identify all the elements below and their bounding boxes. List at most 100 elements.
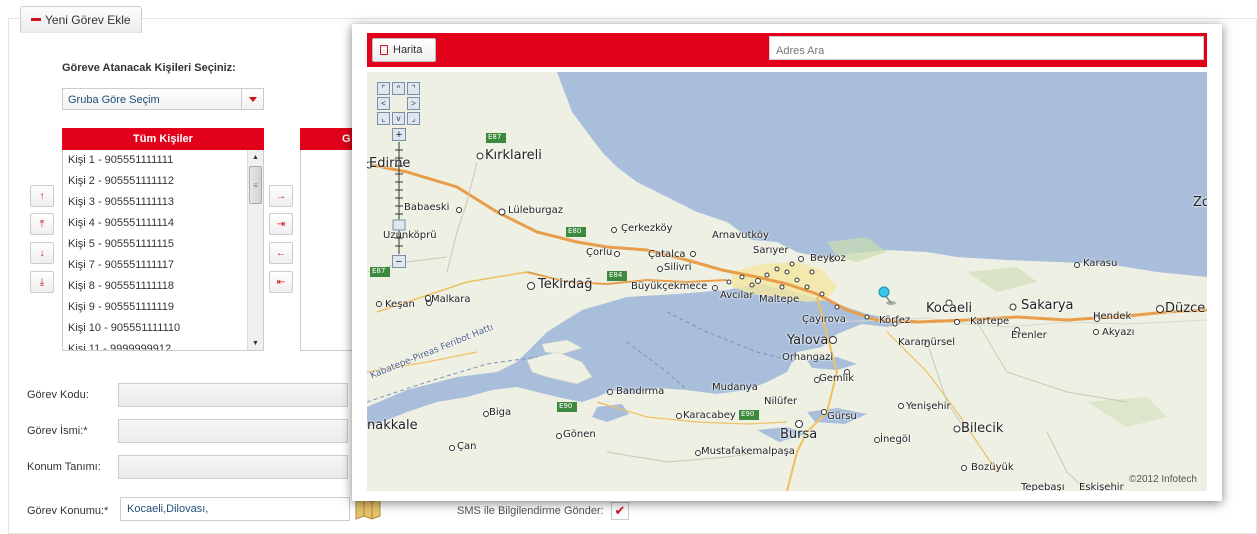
list-scrollbar[interactable]: ▲ ≡ ▼ bbox=[247, 150, 263, 350]
pan-ne-button[interactable]: ⌝ bbox=[407, 82, 420, 95]
add-selected-button[interactable]: → bbox=[269, 185, 293, 207]
zoom-slider-track[interactable] bbox=[392, 128, 406, 268]
list-item[interactable]: Kişi 8 - 905551111118 bbox=[63, 276, 263, 297]
road-label: E87 bbox=[488, 133, 502, 141]
place-label: Keşan bbox=[385, 299, 415, 310]
list-item[interactable]: Kişi 2 - 905551111112 bbox=[63, 171, 263, 192]
remove-all-button[interactable]: ⇤ bbox=[269, 271, 293, 293]
scroll-up-icon[interactable]: ▲ bbox=[248, 150, 263, 164]
list-item[interactable]: Kişi 7 - 905551111117 bbox=[63, 255, 263, 276]
pan-nw-button[interactable]: ⌜ bbox=[377, 82, 390, 95]
place-label: Kocaeli bbox=[926, 301, 973, 316]
place-label: Bandırma bbox=[616, 386, 665, 397]
zoom-control[interactable]: + − bbox=[392, 128, 406, 268]
move-up-button[interactable]: ↑ bbox=[30, 185, 54, 207]
zoom-out-button[interactable]: − bbox=[392, 255, 406, 268]
road-label: E87 bbox=[372, 267, 386, 275]
map-copyright: ©2012 Infotech bbox=[1129, 474, 1197, 485]
task-code-input[interactable] bbox=[118, 383, 348, 407]
pan-sw-button[interactable]: ⌞ bbox=[377, 112, 390, 125]
road-label: E80 bbox=[568, 227, 582, 235]
new-task-tab[interactable]: Yeni Görev Ekle bbox=[20, 6, 142, 33]
map-button[interactable]: Harita bbox=[372, 38, 436, 62]
add-all-button[interactable]: ⇥ bbox=[269, 213, 293, 235]
document-icon bbox=[380, 45, 388, 55]
all-people-header: Tüm Kişiler bbox=[62, 128, 264, 150]
place-label: Avcılar bbox=[720, 290, 754, 301]
collapse-icon bbox=[31, 18, 41, 21]
place-label: Çayırova bbox=[802, 314, 846, 325]
scroll-thumb[interactable]: ≡ bbox=[249, 166, 262, 204]
pan-right-button[interactable]: > bbox=[407, 97, 420, 110]
list-item[interactable]: Kişi 9 - 905551111119 bbox=[63, 297, 263, 318]
place-label: Orhangazi bbox=[782, 352, 834, 363]
sms-notify-label: SMS ile Bilgilendirme Gönder: bbox=[457, 505, 604, 517]
move-bottom-button[interactable]: ⤓ bbox=[30, 271, 54, 293]
all-people-list[interactable]: Kişi 1 - 905551111111 Kişi 2 - 905551111… bbox=[62, 150, 264, 351]
task-name-label: Görev İsmi:* bbox=[27, 425, 88, 437]
list-item[interactable]: Kişi 3 - 905551111113 bbox=[63, 192, 263, 213]
road-label: E90 bbox=[741, 410, 755, 418]
group-select[interactable]: Gruba Göre Seçim bbox=[62, 88, 264, 110]
place-label: Çerkezköy bbox=[621, 223, 673, 234]
move-top-button[interactable]: ⤒ bbox=[30, 213, 54, 235]
place-label: Maltepe bbox=[759, 294, 800, 305]
list-item[interactable]: Kişi 1 - 905551111111 bbox=[63, 150, 263, 171]
place-label: Arnavutköy bbox=[712, 230, 769, 241]
place-label: Silivri bbox=[664, 262, 692, 273]
place-label: Gemlik bbox=[819, 373, 854, 384]
place-label: Lüleburgaz bbox=[508, 205, 564, 216]
scroll-down-icon[interactable]: ▼ bbox=[248, 336, 263, 350]
place-label: Sarıyer bbox=[753, 245, 789, 256]
list-item[interactable]: Kişi 11 - 9999999912 bbox=[63, 339, 263, 350]
task-code-label: Görev Kodu: bbox=[27, 389, 89, 401]
task-name-input[interactable] bbox=[118, 419, 348, 443]
place-label: Gönen bbox=[563, 429, 596, 440]
place-label: Sakarya bbox=[1021, 298, 1074, 313]
place-label: Tekirdağ bbox=[538, 277, 593, 292]
place-label: Zo bbox=[1193, 195, 1207, 210]
pan-left-button[interactable]: < bbox=[377, 97, 390, 110]
place-label: Çorlu bbox=[586, 247, 613, 258]
address-search-input[interactable] bbox=[769, 36, 1204, 60]
move-down-button[interactable]: ↓ bbox=[30, 242, 54, 264]
place-label: Körfez bbox=[879, 315, 911, 326]
selected-people-header: G bbox=[300, 128, 352, 150]
list-item[interactable]: Kişi 5 - 905551111115 bbox=[63, 234, 263, 255]
place-label: Karasu bbox=[1083, 258, 1118, 269]
pan-down-button[interactable]: v bbox=[392, 112, 405, 125]
list-item[interactable]: Kişi 10 - 905551111110 bbox=[63, 318, 263, 339]
zoom-in-button[interactable]: + bbox=[392, 128, 406, 141]
place-label: Çatalca bbox=[648, 249, 686, 260]
pan-up-button[interactable]: ^ bbox=[392, 82, 405, 95]
place-label: Karamürsel bbox=[898, 337, 956, 348]
place-label: Kırklareli bbox=[485, 148, 542, 163]
place-label: Erenler bbox=[1011, 330, 1047, 341]
map-button-label: Harita bbox=[393, 44, 423, 56]
map-pan-control[interactable]: ⌜ ^ ⌝ < > ⌞ v ⌟ bbox=[377, 82, 421, 126]
location-def-input[interactable] bbox=[118, 455, 348, 479]
place-label: Malkara bbox=[431, 294, 471, 305]
map-canvas[interactable]: E87 E80 E84 E87 E90 E90 Edirne Kırklarel… bbox=[367, 72, 1207, 491]
location-def-label: Konum Tanımı: bbox=[27, 461, 101, 473]
place-label: Bilecik bbox=[961, 421, 1004, 436]
place-label: Çan bbox=[457, 441, 477, 452]
place-label: Yalova bbox=[787, 333, 829, 348]
place-label: Mustafakemalpaşa bbox=[701, 446, 795, 457]
pan-se-button[interactable]: ⌟ bbox=[407, 112, 420, 125]
place-label: Beykoz bbox=[810, 253, 846, 264]
map-popup: Harita Adres Ara E87 E80 E84 E87 E90 E90… bbox=[352, 24, 1222, 501]
sms-notify-checkbox[interactable]: ✔ bbox=[611, 502, 629, 520]
remove-selected-button[interactable]: ← bbox=[269, 242, 293, 264]
place-label: Mudanya bbox=[712, 382, 758, 393]
place-label: Büyükçekmece bbox=[631, 281, 708, 292]
task-location-input[interactable]: Kocaeli,Dilovası, bbox=[120, 497, 350, 521]
place-label: İnegöl bbox=[880, 434, 911, 445]
chevron-down-icon[interactable] bbox=[241, 89, 263, 109]
place-label: nakkale bbox=[367, 418, 418, 433]
place-label: Tepebaşı bbox=[1021, 482, 1065, 491]
place-label: Kartepe bbox=[970, 316, 1010, 327]
group-select-value: Gruba Göre Seçim bbox=[68, 94, 160, 106]
list-item[interactable]: Kişi 4 - 905551111114 bbox=[63, 213, 263, 234]
selected-people-list[interactable] bbox=[300, 150, 352, 351]
